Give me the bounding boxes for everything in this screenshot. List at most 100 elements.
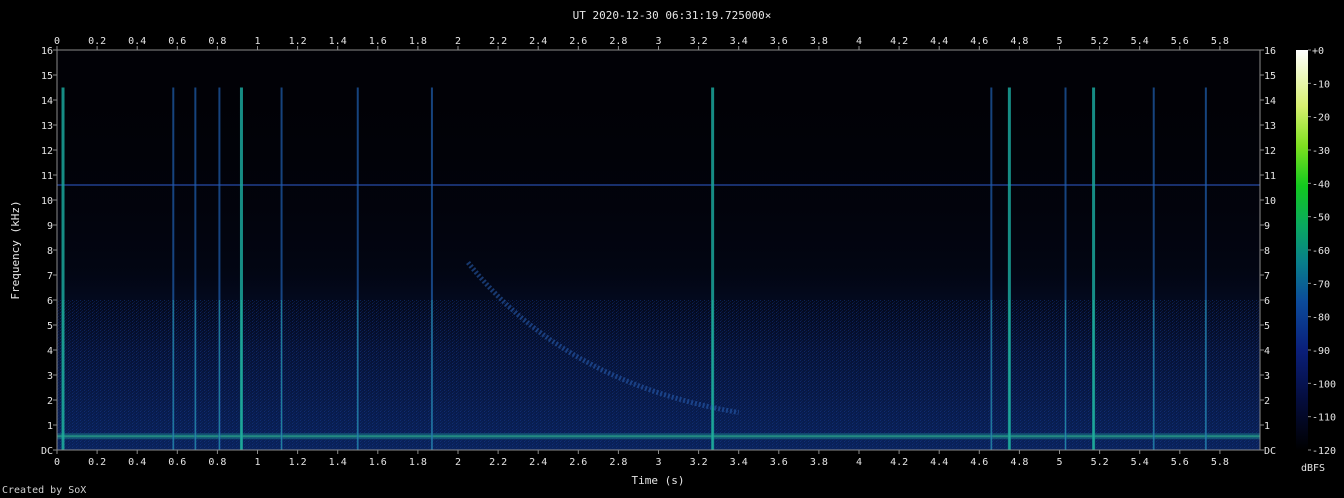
colorbar-ticks: +0 -10 -20 -30 -40 -50 -60 -70 -80 -90 -100 -110 -12… — [1308, 46, 1336, 457]
credit-text: Created by SoX — [2, 485, 87, 496]
colorbar — [1296, 50, 1308, 450]
x-tick-label-top: 2.6 — [569, 36, 587, 47]
x-tick-label-top: 5.4 — [1131, 36, 1149, 47]
x-tick-label-top: 5 — [1056, 36, 1062, 47]
x-tick-label-top: 2.2 — [489, 36, 507, 47]
y-tick-label-right: 14 — [1264, 96, 1276, 107]
x-tick-label: 0 — [54, 457, 60, 468]
x-tick-label-top: 4.2 — [890, 36, 908, 47]
x-tick-label-top: 3.8 — [810, 36, 828, 47]
y-tick-label-right: 6 — [1264, 296, 1270, 307]
x-tick-label: 4.4 — [930, 457, 948, 468]
x-tick-label-top: 5.6 — [1171, 36, 1189, 47]
x-tick-label: 2.8 — [609, 457, 627, 468]
x-tick-label-top: 1.2 — [289, 36, 307, 47]
colorbar-label: dBFS — [1301, 463, 1325, 474]
x-tick-label-top: 2.4 — [529, 36, 547, 47]
x-tick-label-top: 1.4 — [329, 36, 347, 47]
y-tick-label-right: 13 — [1264, 121, 1276, 132]
y-tick-label: 10 — [41, 196, 53, 207]
x-tick-label-top: 3.2 — [690, 36, 708, 47]
x-tick-label: 3.6 — [770, 457, 788, 468]
x-tick-label: 1.8 — [409, 457, 427, 468]
y-tick-label: 5 — [47, 321, 53, 332]
x-tick-label-top: 5.8 — [1211, 36, 1229, 47]
y-tick-label-right: 7 — [1264, 271, 1270, 282]
x-tick-label: 1 — [254, 457, 260, 468]
y-tick-label-right: 12 — [1264, 146, 1276, 157]
y-tick-label-right: 3 — [1264, 371, 1270, 382]
y-tick-label: 3 — [47, 371, 53, 382]
x-tick-label-top: 4 — [856, 36, 862, 47]
colorbar-tick-label: -120 — [1312, 446, 1336, 457]
x-tick-label: 3.4 — [730, 457, 748, 468]
y-tick-label: DC — [41, 446, 53, 457]
y-tick-label-right: 4 — [1264, 346, 1270, 357]
x-tick-label-top: 2 — [455, 36, 461, 47]
colorbar-tick-label: -10 — [1312, 79, 1330, 90]
x-tick-label-top: 0.4 — [128, 36, 146, 47]
x-tick-label: 3.2 — [690, 457, 708, 468]
y-tick-label-right: 8 — [1264, 246, 1270, 257]
y-tick-label: 13 — [41, 121, 53, 132]
x-tick-label: 4 — [856, 457, 862, 468]
low-frequency-band-core — [57, 435, 1260, 438]
y-tick-label: 15 — [41, 71, 53, 82]
x-tick-label: 3.8 — [810, 457, 828, 468]
y-tick-label: 16 — [41, 46, 53, 57]
x-tick-label: 2.6 — [569, 457, 587, 468]
y-tick-label: 12 — [41, 146, 53, 157]
x-tick-label: 5.6 — [1171, 457, 1189, 468]
x-tick-label: 5.4 — [1131, 457, 1149, 468]
x-tick-label: 4.2 — [890, 457, 908, 468]
colorbar-tick-label: -30 — [1312, 146, 1330, 157]
colorbar-tick-label: -70 — [1312, 279, 1330, 290]
y-tick-label: 11 — [41, 171, 53, 182]
x-tick-label-top: 3.4 — [730, 36, 748, 47]
x-tick-label-top: 0.2 — [88, 36, 106, 47]
y-tick-label: 9 — [47, 221, 53, 232]
x-tick-label-top: 2.8 — [609, 36, 627, 47]
x-tick-label-top: 1 — [254, 36, 260, 47]
x-tick-label: 0.8 — [208, 457, 226, 468]
colorbar-tick-label: -100 — [1312, 379, 1336, 390]
x-tick-label-top: 4.6 — [970, 36, 988, 47]
spectrogram-chart: 000.20.20.40.40.60.60.80.8111.21.21.41.4… — [9, 36, 1336, 487]
colorbar-tick-label: -80 — [1312, 313, 1330, 324]
x-tick-label: 4.6 — [970, 457, 988, 468]
x-tick-label: 4.8 — [1010, 457, 1028, 468]
colorbar-tick-label: -50 — [1312, 213, 1330, 224]
y-tick-label: 6 — [47, 296, 53, 307]
x-tick-label-top: 1.6 — [369, 36, 387, 47]
y-tick-label-right: 5 — [1264, 321, 1270, 332]
x-tick-label-top: 4.8 — [1010, 36, 1028, 47]
y-tick-label-right: 9 — [1264, 221, 1270, 232]
x-tick-label-top: 3.6 — [770, 36, 788, 47]
x-tick-label: 5 — [1056, 457, 1062, 468]
x-tick-label-top: 5.2 — [1091, 36, 1109, 47]
y-axis-label: Frequency (kHz) — [9, 200, 22, 299]
colorbar-tick-label: -40 — [1312, 179, 1330, 190]
x-tick-label: 1.2 — [289, 457, 307, 468]
y-tick-label-right: 2 — [1264, 396, 1270, 407]
x-tick-label: 5.8 — [1211, 457, 1229, 468]
x-axis-label: Time (s) — [632, 474, 685, 487]
x-tick-label: 0.6 — [168, 457, 186, 468]
x-tick-label-top: 4.4 — [930, 36, 948, 47]
spectrogram-area — [57, 50, 1260, 450]
y-tick-label-right: DC — [1264, 446, 1276, 457]
colorbar-tick-label: -20 — [1312, 113, 1330, 124]
x-tick-label: 2 — [455, 457, 461, 468]
x-tick-label: 0.4 — [128, 457, 146, 468]
x-tick-label: 5.2 — [1091, 457, 1109, 468]
y-tick-label: 14 — [41, 96, 53, 107]
y-tick-label-right: 10 — [1264, 196, 1276, 207]
x-tick-label: 2.4 — [529, 457, 547, 468]
colorbar-tick-label: -110 — [1312, 413, 1336, 424]
y-tick-label-right: 15 — [1264, 71, 1276, 82]
x-tick-label: 1.6 — [369, 457, 387, 468]
colorbar-tick-label: +0 — [1312, 46, 1324, 57]
x-tick-label: 2.2 — [489, 457, 507, 468]
y-tick-label: 2 — [47, 396, 53, 407]
y-tick-label-right: 1 — [1264, 421, 1270, 432]
